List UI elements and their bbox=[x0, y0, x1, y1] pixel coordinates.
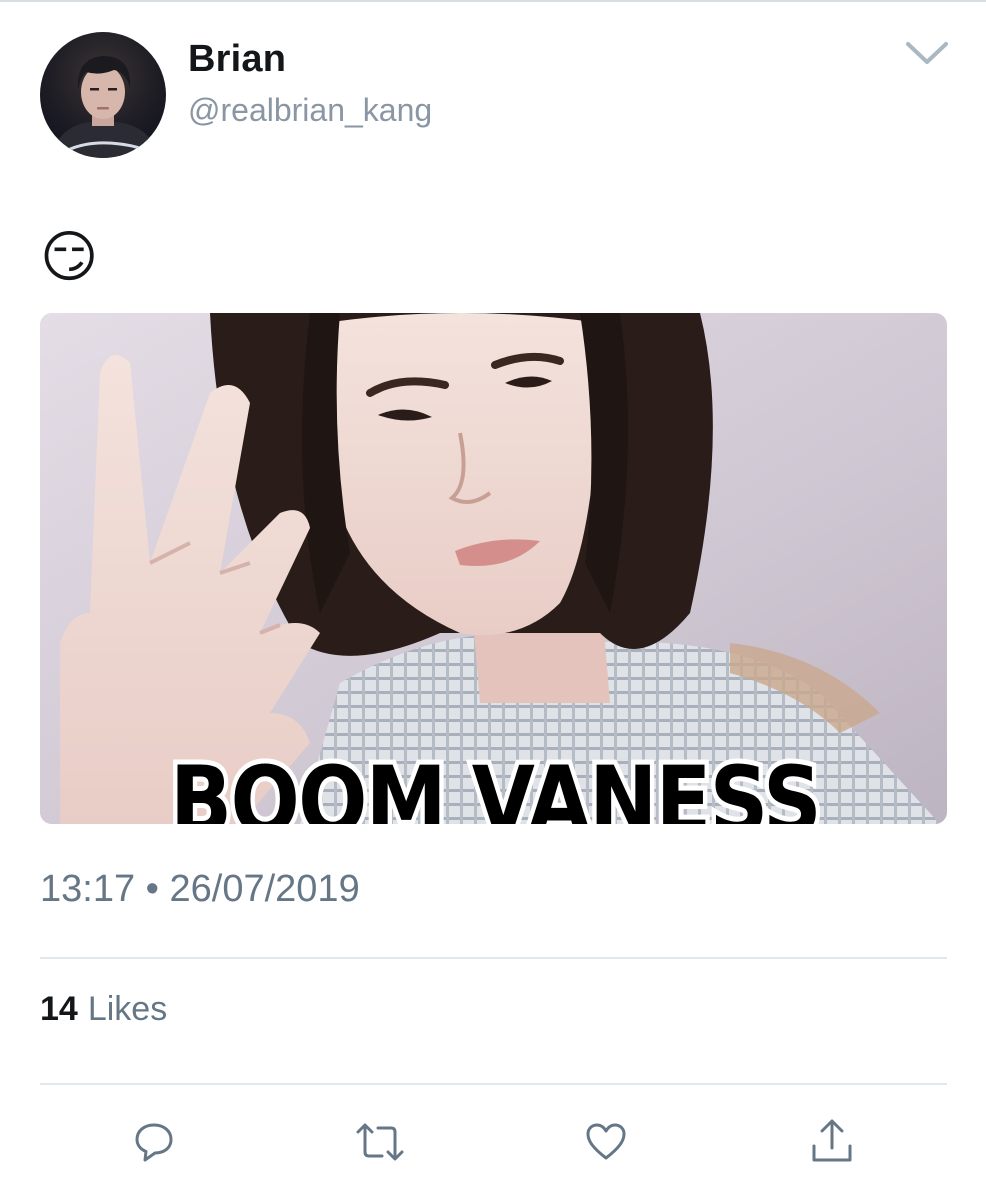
divider bbox=[40, 957, 947, 959]
display-name[interactable]: Brian bbox=[188, 38, 286, 81]
like-button[interactable] bbox=[576, 1112, 636, 1172]
chevron-down-icon[interactable] bbox=[904, 38, 950, 68]
tweet-text: 😏 bbox=[40, 225, 99, 288]
tweet-media[interactable]: BOOM VANESS bbox=[40, 313, 947, 824]
avatar-image bbox=[50, 56, 160, 158]
top-border bbox=[0, 0, 986, 2]
share-icon bbox=[812, 1119, 852, 1162]
reply-button[interactable] bbox=[124, 1112, 184, 1172]
heart-icon bbox=[586, 1123, 626, 1160]
retweet-button[interactable] bbox=[350, 1112, 410, 1172]
user-handle[interactable]: @realbrian_kang bbox=[188, 92, 432, 129]
media-caption: BOOM VANESS bbox=[170, 747, 820, 824]
tweet-timestamp[interactable]: 13:17 • 26/07/2019 bbox=[40, 868, 360, 911]
avatar[interactable] bbox=[40, 32, 166, 158]
likes-label: Likes bbox=[87, 990, 168, 1028]
retweet-icon bbox=[356, 1123, 404, 1161]
likes-count: 14 bbox=[40, 990, 78, 1028]
likes-link[interactable]: 14 Likes bbox=[40, 990, 167, 1029]
divider bbox=[40, 1083, 947, 1085]
media-image: BOOM VANESS bbox=[40, 313, 947, 824]
share-button[interactable] bbox=[802, 1112, 862, 1172]
reply-icon bbox=[135, 1123, 173, 1162]
